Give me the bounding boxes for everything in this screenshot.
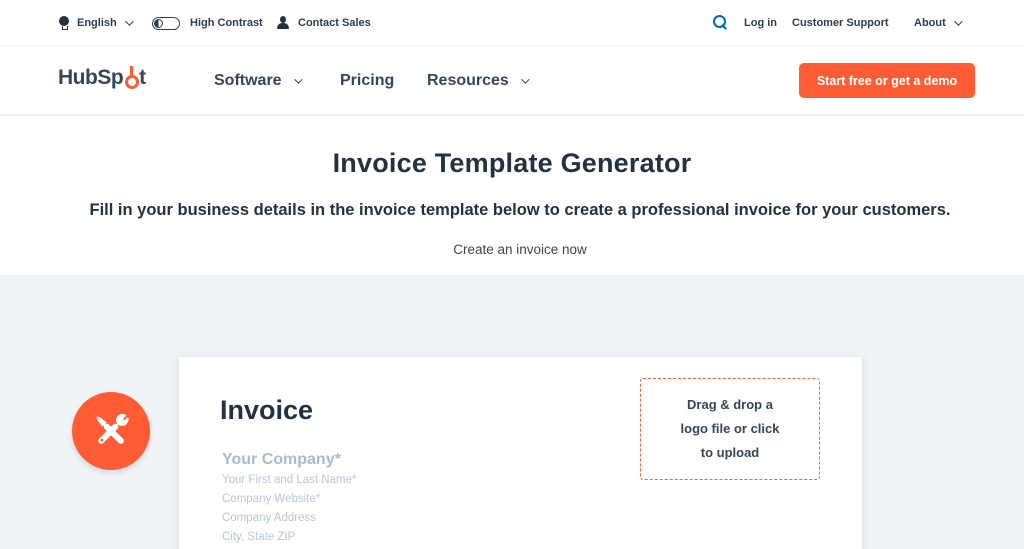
logo-text: HubSp — [58, 66, 124, 89]
contact-sales-link[interactable]: Contact Sales — [277, 14, 371, 32]
language-selector[interactable]: English — [59, 14, 134, 32]
invoice-section: Invoice Your Company* Your First and Las… — [0, 275, 1024, 549]
page-title: Invoice Template Generator — [332, 148, 692, 178]
about-menu[interactable]: About — [914, 14, 963, 32]
login-label: Log in — [744, 17, 777, 29]
create-invoice-link[interactable]: Create an invoice now — [0, 242, 1024, 257]
chevron-down-icon — [124, 17, 134, 26]
nav-pricing-label: Pricing — [340, 72, 395, 89]
nav-software[interactable]: Software — [214, 72, 303, 90]
city-state-zip-field[interactable]: City, State ZIP — [222, 531, 295, 543]
contact-sales-label: Contact Sales — [298, 17, 371, 29]
search-button[interactable] — [713, 13, 727, 31]
full-name-field[interactable]: Your First and Last Name* — [222, 474, 356, 486]
invoice-title: Invoice — [220, 395, 314, 425]
sprocket-icon — [124, 66, 140, 89]
customer-support-label: Customer Support — [792, 17, 889, 29]
about-label: About — [914, 17, 946, 29]
chevron-down-icon — [520, 75, 530, 84]
tools-icon — [96, 413, 129, 444]
hubspot-logo[interactable]: HubSp t — [58, 66, 146, 90]
utility-bar: English High Contrast Contact Sales Log … — [0, 0, 1024, 46]
invoice-card: Invoice Your Company* Your First and Las… — [179, 357, 862, 549]
nav-resources[interactable]: Resources — [427, 72, 530, 90]
nav-resources-label: Resources — [427, 72, 509, 89]
tools-badge — [72, 392, 150, 470]
contrast-toggle-icon[interactable] — [152, 16, 180, 30]
hero-section: Invoice Template Generator Fill in your … — [0, 116, 1024, 275]
search-icon — [713, 15, 727, 29]
customer-support-link[interactable]: Customer Support — [792, 14, 889, 32]
logo-upload-dropzone[interactable]: Drag & drop a logo file or click to uplo… — [640, 378, 820, 480]
language-label: English — [77, 17, 117, 29]
company-name-field[interactable]: Your Company* — [222, 451, 341, 469]
hero-subtitle: Fill in your business details in the inv… — [89, 201, 951, 219]
person-icon — [277, 16, 289, 30]
chevron-down-icon — [293, 75, 303, 84]
high-contrast-toggle[interactable]: High Contrast — [152, 14, 263, 32]
logo-upload-label: Drag & drop a logo file or click to uplo… — [680, 397, 780, 460]
start-free-demo-button[interactable]: Start free or get a demo — [799, 63, 975, 98]
high-contrast-label: High Contrast — [190, 17, 263, 29]
nav-software-label: Software — [214, 72, 282, 89]
chevron-down-icon — [953, 17, 963, 26]
logo-text-end: t — [139, 66, 146, 89]
globe-icon — [59, 16, 69, 30]
company-website-field[interactable]: Company Website* — [222, 493, 320, 505]
main-nav: HubSp t Software Pricing Resources Start … — [0, 46, 1024, 115]
login-link[interactable]: Log in — [744, 14, 777, 32]
company-address-field[interactable]: Company Address — [222, 512, 316, 524]
nav-pricing[interactable]: Pricing — [340, 72, 394, 90]
